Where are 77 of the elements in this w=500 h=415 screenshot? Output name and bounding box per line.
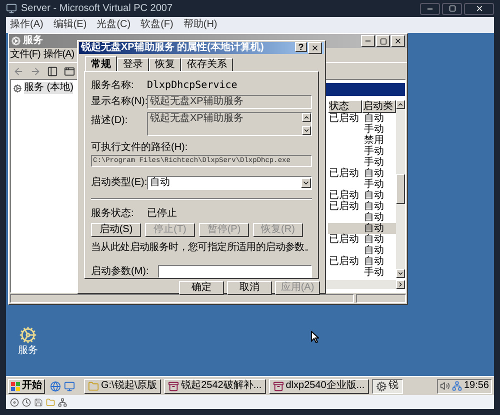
scroll-up-arrow-icon[interactable] [396, 100, 405, 109]
service-name: DlxpDhcpService [147, 80, 238, 92]
field-label: 可执行文件的路径(H): [91, 142, 189, 154]
scroll-down-arrow-icon[interactable] [302, 126, 311, 135]
close-icon [474, 4, 484, 13]
dialog-button[interactable]: 确定 [179, 281, 224, 295]
scroll-down-arrow-icon[interactable] [396, 269, 405, 278]
archive-icon [168, 380, 180, 392]
parameters-input[interactable] [158, 265, 312, 278]
window-icon[interactable] [64, 66, 75, 76]
description-field: 锐起无盘XP辅助服务 [147, 112, 312, 136]
maximize-button[interactable] [442, 2, 462, 14]
close-icon [311, 44, 319, 52]
gear-icon [13, 84, 22, 92]
taskbar-button[interactable]: 锐起2542破解补... [164, 378, 266, 394]
maximize-icon [380, 38, 386, 44]
network-icon[interactable] [452, 381, 462, 391]
taskbar-button[interactable]: dlxp2540企业版... [268, 378, 369, 394]
menu-item[interactable]: 光盘(C) [96, 19, 131, 31]
mouse-pointer-icon [311, 331, 319, 343]
close-icon [394, 37, 402, 45]
scroll-right-arrow-icon[interactable] [396, 280, 405, 289]
desktop-icon-label[interactable]: 服务 [18, 345, 38, 357]
minimize-button[interactable] [420, 2, 440, 14]
taskbar-button[interactable]: 锐 [372, 378, 403, 394]
taskbar-button[interactable]: G:\锐起\原版 [84, 378, 162, 394]
field-label: 显示名称(N): [91, 96, 147, 108]
field-label: 服务名称: [91, 80, 135, 92]
tab[interactable]: 常规 [85, 56, 117, 71]
menu-item[interactable]: 操作(A) [10, 19, 44, 31]
display-name-field: 锐起无盘XP辅助服务 [147, 95, 312, 109]
globe-icon[interactable] [50, 380, 61, 392]
monitor-icon [6, 3, 17, 14]
disc-icon[interactable] [10, 398, 19, 406]
start-button[interactable]: 开始 [8, 378, 45, 394]
windows-logo-icon [11, 382, 20, 390]
vertical-scrollbar[interactable] [396, 100, 405, 278]
column-header[interactable]: 状态 [328, 100, 362, 113]
tab[interactable]: 登录 [117, 58, 149, 71]
menu-item[interactable]: 编辑(E) [53, 19, 87, 31]
menu-item[interactable]: 文件(F) [10, 49, 40, 61]
service-status: 已停止 [147, 208, 177, 220]
window-title: 服务 [23, 35, 43, 47]
dialog-title: 锐起无盘XP辅助服务 的属性(本地计算机) [81, 42, 264, 54]
archive-icon [272, 380, 284, 392]
service-control-button[interactable]: 启动(S) [91, 223, 141, 237]
speaker-icon[interactable] [440, 381, 450, 391]
panel-icon[interactable] [47, 66, 58, 76]
tab[interactable]: 恢复 [149, 58, 181, 71]
dialog-button[interactable]: 取消 [227, 281, 272, 295]
column-header[interactable]: 启动类 [362, 100, 396, 113]
folder-icon [88, 380, 99, 392]
gear-icon[interactable] [19, 326, 37, 344]
tree-item[interactable]: 服务 (本地) [24, 82, 74, 94]
startup-type-select[interactable]: 自动 [147, 176, 312, 190]
tab[interactable]: 依存关系 [181, 58, 233, 71]
scrollbar-thumb[interactable] [396, 174, 405, 204]
clock-icon[interactable] [22, 398, 31, 406]
monitor-icon[interactable] [64, 380, 75, 392]
field-label: 启动类型(E): [91, 177, 147, 189]
field-label: 描述(D): [91, 115, 129, 127]
menu-item[interactable]: 帮助(H) [183, 19, 218, 31]
clock: 19:56 [464, 380, 489, 392]
gear-icon [11, 36, 21, 46]
scroll-up-arrow-icon[interactable] [302, 113, 311, 122]
network-icon[interactable] [58, 398, 67, 406]
maximize-icon [448, 5, 456, 12]
list-row[interactable]: 自动 [328, 223, 396, 234]
menu-item[interactable]: 操作(A) [43, 49, 74, 61]
help-button[interactable]: ? [295, 42, 307, 52]
gear-icon [376, 380, 387, 392]
host-window-title: Server - Microsoft Virtual PC 2007 [21, 2, 173, 14]
menu-item[interactable]: 软盘(F) [140, 19, 174, 31]
floppy-icon[interactable] [34, 398, 43, 406]
field-label: 启动参数(M): [91, 266, 150, 278]
field-label: 服务状态: [91, 208, 135, 220]
hint-text: 当从此处启动服务时，您可指定所适用的启动参数。 [91, 242, 314, 254]
